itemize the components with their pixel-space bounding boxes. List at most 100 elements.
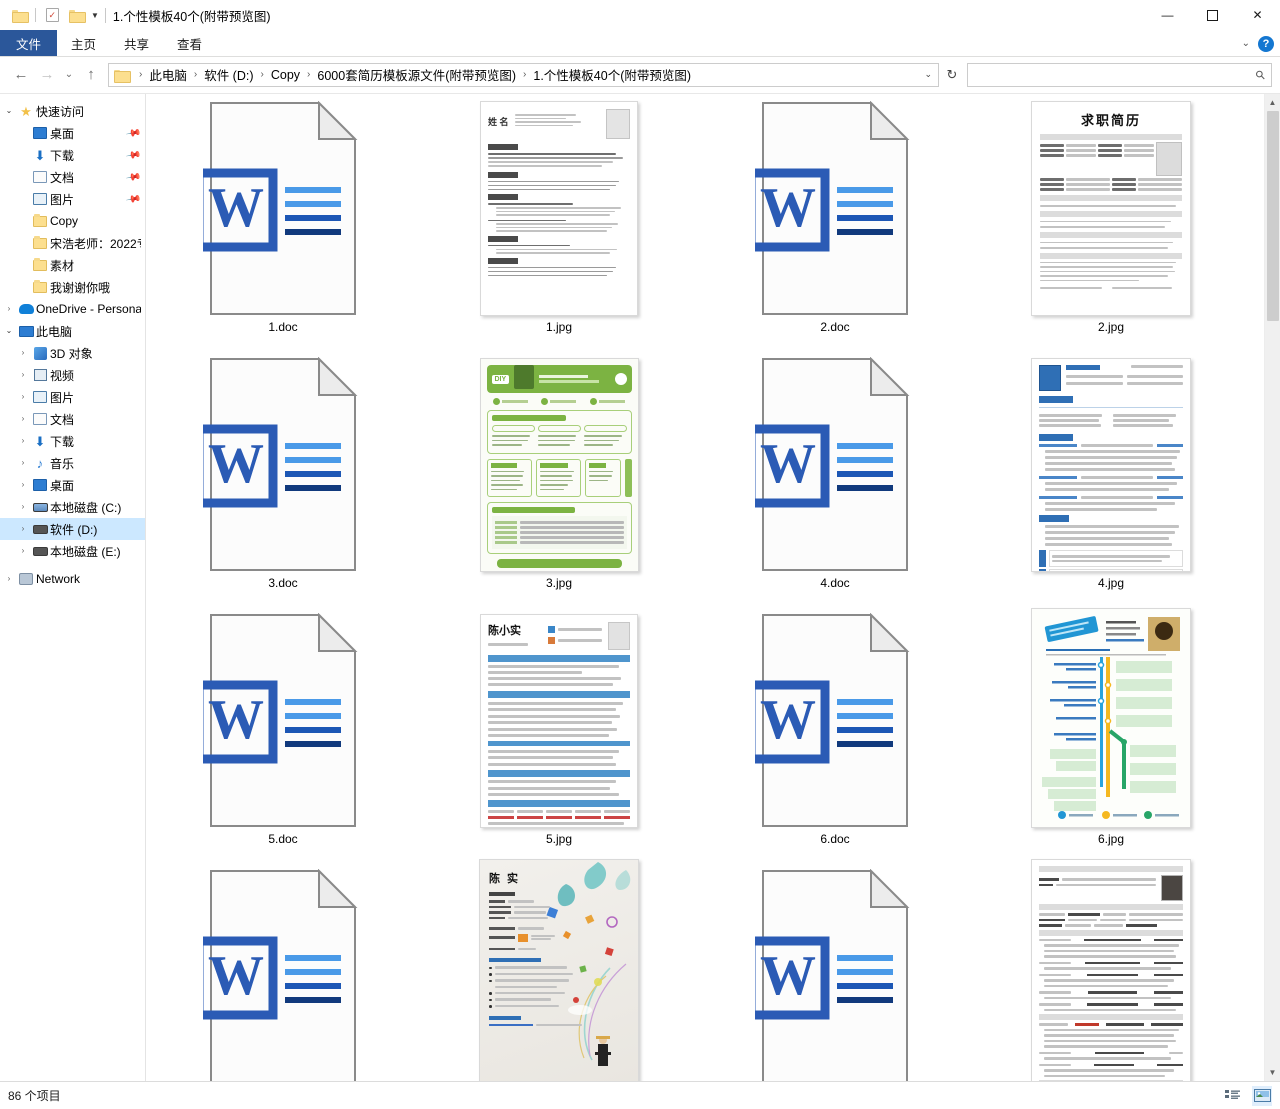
back-button[interactable]: ← xyxy=(8,63,34,87)
sidebar-item-desktop[interactable]: › 桌面 📌 xyxy=(0,122,145,144)
new-folder-icon[interactable] xyxy=(65,4,87,26)
title-bar: ▼ 1.个性模板40个(附带预览图) — ✕ xyxy=(0,0,1280,30)
chevron-right-icon[interactable]: › xyxy=(2,298,16,320)
sidebar-item-downloads[interactable]: › ⬇ 下载 📌 xyxy=(0,144,145,166)
downloads-icon: ⬇ xyxy=(34,433,46,449)
scrollbar-track[interactable] xyxy=(1264,111,1280,1064)
search-input[interactable]: ⚲ xyxy=(967,62,1272,87)
breadcrumb[interactable]: › 此电脑 › 软件 (D:) › Copy › 6000套简历模板源文件(附带… xyxy=(108,62,939,87)
forward-button[interactable]: → xyxy=(34,63,60,87)
chevron-right-icon[interactable]: › xyxy=(16,496,30,518)
properties-icon[interactable] xyxy=(41,4,63,26)
chevron-right-icon[interactable]: › xyxy=(16,474,30,496)
thumbnail: W xyxy=(730,98,940,316)
recent-locations-button[interactable]: ⌄ xyxy=(60,63,78,87)
breadcrumb-item-templates[interactable]: 6000套简历模板源文件(附带预览图) xyxy=(317,65,516,84)
file-item[interactable]: 8.jpg xyxy=(986,859,1236,1081)
sidebar-item-documents[interactable]: › 文档 📌 xyxy=(0,166,145,188)
chevron-right-icon[interactable]: › xyxy=(16,430,30,452)
minimize-button[interactable]: — xyxy=(1145,0,1190,30)
sidebar-item-songhao[interactable]: › 宋浩老师：2022专 xyxy=(0,232,145,254)
sidebar-item-documents-pc[interactable]: › 文档 xyxy=(0,408,145,430)
navigation-pane[interactable]: ⌄ ★ 快速访问 › 桌面 📌 › ⬇ 下载 📌 › 文档 📌 xyxy=(0,94,146,1081)
sidebar-item-drive-d[interactable]: › 软件 (D:) xyxy=(0,518,145,540)
file-item[interactable]: W 1.doc xyxy=(158,96,408,352)
chevron-right-icon[interactable]: › xyxy=(16,518,30,540)
file-item[interactable]: W 6.doc xyxy=(710,608,960,864)
file-list-view[interactable]: W 1.doc 姓 名 1.jpg W 2.doc 求职简历 2.jpg W 3… xyxy=(146,94,1264,1081)
chevron-right-icon[interactable]: › xyxy=(16,540,30,562)
file-item[interactable]: W 3.doc xyxy=(158,352,408,608)
file-item[interactable]: W 2.doc xyxy=(710,96,960,352)
help-icon[interactable]: ? xyxy=(1258,35,1274,52)
tab-file[interactable]: 文件 xyxy=(0,30,58,56)
sidebar-item-pictures[interactable]: › 图片 📌 xyxy=(0,188,145,210)
file-item[interactable]: W 7.doc xyxy=(158,864,408,1081)
file-item[interactable]: 6.jpg xyxy=(986,608,1236,864)
videos-icon xyxy=(30,369,50,381)
details-view-button[interactable] xyxy=(1222,1086,1242,1106)
scroll-up-button[interactable]: ▲ xyxy=(1264,94,1280,111)
file-item[interactable]: 姓 名 1.jpg xyxy=(434,96,684,352)
downloads-icon: ⬇ xyxy=(34,147,46,163)
sidebar-item-desktop-pc[interactable]: › 桌面 xyxy=(0,474,145,496)
chevron-right-icon[interactable]: › xyxy=(16,452,30,474)
breadcrumb-item-current[interactable]: 1.个性模板40个(附带预览图) xyxy=(533,65,691,84)
tab-home[interactable]: 主页 xyxy=(57,30,110,56)
tab-view[interactable]: 查看 xyxy=(163,30,216,56)
drive-icon xyxy=(30,546,50,556)
file-item[interactable]: W 5.doc xyxy=(158,608,408,864)
file-item[interactable]: 陈 实 xyxy=(434,859,684,1081)
svg-text:W: W xyxy=(208,177,264,239)
sidebar-item-pictures-pc[interactable]: › 图片 xyxy=(0,386,145,408)
chevron-right-icon[interactable]: › xyxy=(16,408,30,430)
refresh-button[interactable]: ↻ xyxy=(939,63,965,87)
file-item[interactable]: W 4.doc xyxy=(710,352,960,608)
folder-icon[interactable] xyxy=(8,4,30,26)
chevron-down-icon[interactable]: ⌄ xyxy=(2,320,16,342)
chevron-down-icon[interactable]: ▼ xyxy=(89,11,101,20)
sidebar-item-music[interactable]: › ♪ 音乐 xyxy=(0,452,145,474)
breadcrumb-item-copy[interactable]: Copy xyxy=(271,68,300,82)
chevron-right-icon[interactable]: › xyxy=(16,342,30,364)
chevron-down-icon[interactable]: ⌄ xyxy=(916,69,932,80)
word-document-icon: W xyxy=(755,101,910,315)
sidebar-item-drive-c[interactable]: › 本地磁盘 (C:) xyxy=(0,496,145,518)
up-button[interactable]: ↑ xyxy=(78,63,104,87)
file-item[interactable]: W 8.doc xyxy=(710,864,960,1081)
maximize-button[interactable] xyxy=(1190,0,1235,30)
scroll-down-button[interactable]: ▼ xyxy=(1264,1064,1280,1081)
onedrive-icon xyxy=(16,304,36,314)
sidebar-item-onedrive[interactable]: › OneDrive - Persona xyxy=(0,298,145,320)
item-count-label: 86 个项目 xyxy=(8,1089,61,1103)
file-name: 4.doc xyxy=(820,576,850,590)
sidebar-item-network[interactable]: › Network xyxy=(0,568,145,590)
file-item[interactable]: 4.jpg xyxy=(986,352,1236,608)
chevron-down-icon[interactable]: ⌄ xyxy=(1242,38,1250,49)
file-item[interactable]: DIY 3.jpg xyxy=(434,352,684,608)
scrollbar-thumb[interactable] xyxy=(1266,111,1279,321)
tab-share[interactable]: 共享 xyxy=(110,30,163,56)
large-icons-view-button[interactable] xyxy=(1252,1085,1272,1106)
sidebar-item-thanks[interactable]: › 我谢谢你哦 xyxy=(0,276,145,298)
breadcrumb-item-this-pc[interactable]: 此电脑 xyxy=(149,65,187,84)
chevron-down-icon[interactable]: ⌄ xyxy=(2,100,16,122)
file-item[interactable]: 求职简历 2.jpg xyxy=(986,96,1236,352)
view-toggle-group xyxy=(1222,1085,1272,1106)
sidebar-item-3d-objects[interactable]: › 3D 对象 xyxy=(0,342,145,364)
chevron-right-icon[interactable]: › xyxy=(16,364,30,386)
sidebar-item-quick-access[interactable]: ⌄ ★ 快速访问 xyxy=(0,100,145,122)
chevron-right-icon[interactable]: › xyxy=(16,386,30,408)
sidebar-item-videos[interactable]: › 视频 xyxy=(0,364,145,386)
sidebar-item-sucai[interactable]: › 素材 xyxy=(0,254,145,276)
ribbon-right-controls: ⌄ ? xyxy=(1242,30,1274,57)
chevron-right-icon[interactable]: › xyxy=(2,568,16,590)
breadcrumb-item-drive[interactable]: 软件 (D:) xyxy=(204,65,253,84)
sidebar-item-copy[interactable]: › Copy xyxy=(0,210,145,232)
file-item[interactable]: 陈小实 5.jpg xyxy=(434,608,684,864)
sidebar-item-downloads-pc[interactable]: › ⬇ 下载 xyxy=(0,430,145,452)
sidebar-item-drive-e[interactable]: › 本地磁盘 (E:) xyxy=(0,540,145,562)
close-button[interactable]: ✕ xyxy=(1235,0,1280,30)
vertical-scrollbar[interactable]: ▲ ▼ xyxy=(1264,94,1280,1081)
sidebar-item-this-pc[interactable]: ⌄ 此电脑 xyxy=(0,320,145,342)
